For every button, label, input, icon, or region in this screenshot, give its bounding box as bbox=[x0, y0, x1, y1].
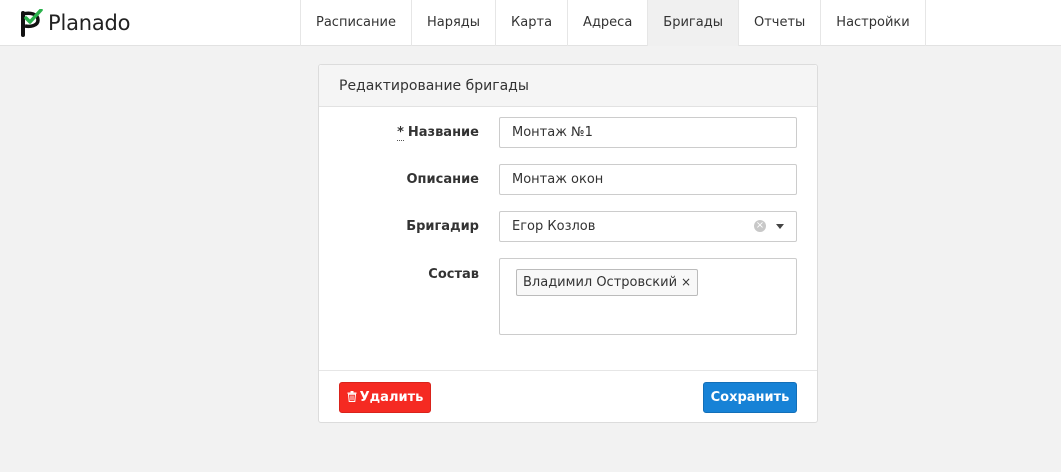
planado-logo-icon bbox=[21, 9, 43, 37]
members-row: Состав Владимил Островский × bbox=[319, 258, 819, 335]
nav-item-teams[interactable]: Бригады bbox=[648, 0, 739, 46]
main-nav: Расписание Наряды Карта Адреса Бригады О… bbox=[300, 0, 926, 46]
foreman-select[interactable]: Егор Козлов × bbox=[499, 211, 797, 242]
member-tag-label: Владимил Островский bbox=[523, 275, 678, 290]
name-input[interactable]: Монтаж №1 bbox=[499, 117, 797, 148]
logo-text: Planado bbox=[48, 11, 131, 35]
member-tag: Владимил Островский × bbox=[516, 269, 699, 296]
foreman-row: Бригадир Егор Козлов × bbox=[319, 211, 819, 242]
chevron-down-icon[interactable] bbox=[776, 224, 784, 229]
delete-button-label: Удалить bbox=[359, 390, 424, 405]
required-mark: * bbox=[397, 125, 404, 141]
nav-item-schedule[interactable]: Расписание bbox=[301, 0, 412, 46]
nav-item-orders[interactable]: Наряды bbox=[412, 0, 497, 46]
description-row: Описание Монтаж окон bbox=[319, 164, 819, 195]
foreman-value: Егор Козлов bbox=[512, 219, 596, 234]
nav-item-addresses[interactable]: Адреса bbox=[568, 0, 649, 46]
description-label: Описание bbox=[406, 172, 479, 187]
top-bar: Planado Расписание Наряды Карта Адреса Б… bbox=[0, 0, 1061, 46]
edit-team-panel: Редактирование бригады * Название Монтаж … bbox=[318, 64, 818, 423]
name-label: * Название bbox=[397, 125, 479, 141]
save-button[interactable]: Сохранить bbox=[703, 382, 797, 413]
description-input[interactable]: Монтаж окон bbox=[499, 164, 797, 195]
panel-title: Редактирование бригады bbox=[319, 65, 817, 107]
panel-footer: Удалить Сохранить bbox=[319, 370, 817, 423]
delete-button[interactable]: Удалить bbox=[339, 382, 431, 413]
trash-icon bbox=[347, 391, 357, 402]
name-label-text: Название bbox=[407, 125, 479, 140]
members-multiselect[interactable]: Владимил Островский × bbox=[499, 258, 797, 335]
nav-item-reports[interactable]: Отчеты bbox=[739, 0, 822, 46]
name-row: * Название Монтаж №1 bbox=[319, 117, 819, 148]
nav-item-map[interactable]: Карта bbox=[496, 0, 569, 46]
nav-item-settings[interactable]: Настройки bbox=[821, 0, 926, 46]
clear-icon[interactable]: × bbox=[754, 220, 766, 232]
logo[interactable]: Planado bbox=[20, 9, 131, 37]
remove-tag-icon[interactable]: × bbox=[681, 275, 691, 289]
members-label: Состав bbox=[428, 267, 479, 282]
foreman-label: Бригадир bbox=[406, 219, 479, 234]
